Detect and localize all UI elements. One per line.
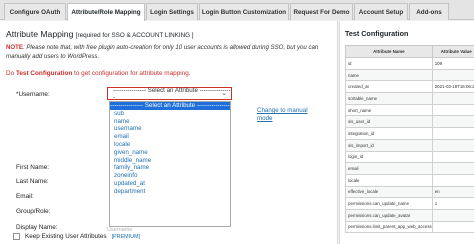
title-text: Attribute Mapping xyxy=(6,29,74,39)
table-row: locale xyxy=(345,173,474,187)
column-header: Attribute Name xyxy=(345,45,433,58)
attribute-dropdown-list[interactable]: ---------------- Select an Attribute ---… xyxy=(109,101,231,227)
attribute-value-cell xyxy=(431,162,474,175)
keep-existing-label: Keep Existing User Attributes xyxy=(25,233,107,240)
attribute-name-cell: sis_user_id xyxy=(345,115,433,129)
premium-badge: [PREMIUM] xyxy=(111,233,141,240)
chevron-down-icon: ⌄ xyxy=(221,90,227,97)
change-link-line-1: Change to manual xyxy=(257,107,308,114)
dropdown-option[interactable]: family_name xyxy=(110,164,230,172)
attribute-value-cell xyxy=(431,68,474,82)
last-name-label: Last Name: xyxy=(16,178,49,185)
table-row: permissions.can_update_avatar xyxy=(345,208,474,222)
attribute-name-cell: short_name xyxy=(345,103,433,117)
free-plan-note: NOTE: Please note that, with free plugin… xyxy=(6,44,332,61)
dropdown-option[interactable]: middle_name xyxy=(110,157,230,165)
dropdown-option[interactable]: username xyxy=(110,125,230,133)
table-row: name xyxy=(345,68,474,82)
table-row: sis_user_id xyxy=(345,115,474,129)
attribute-value-cell xyxy=(431,92,474,105)
attribute-value-cell: en xyxy=(431,185,474,199)
dropdown-option[interactable]: locale xyxy=(110,141,230,149)
table-row: permissions.limit_parent_app_web_access xyxy=(345,220,474,234)
dropdown-option[interactable]: sub xyxy=(110,110,230,118)
email-label: Email: xyxy=(16,193,34,200)
display-name-label: Display Name: xyxy=(16,224,58,231)
attribute-value-cell xyxy=(431,220,474,234)
attribute-name-cell: sis_import_id xyxy=(345,138,433,152)
attribute-value-cell xyxy=(431,138,474,152)
attribute-value-cell xyxy=(431,150,474,164)
table-row: sortable_name xyxy=(345,92,474,105)
table-row: integration_id xyxy=(345,127,474,140)
table-row: permissions.can_update_name 1 xyxy=(345,197,474,210)
tab-login-button-customization[interactable]: Login Button Customization xyxy=(199,3,289,20)
attribute-value-cell: 109 xyxy=(431,57,474,70)
test-configuration-link[interactable]: Test Configuration xyxy=(16,70,72,77)
attribute-value-cell xyxy=(431,208,474,222)
attribute-name-cell: login_id xyxy=(345,150,433,164)
tab-login-settings[interactable]: Login Settings xyxy=(146,3,198,20)
attribute-value-cell xyxy=(431,127,474,140)
select-value: ---------------- Select an Attribute ---… xyxy=(113,86,231,101)
attribute-value-cell: 2021-03-18T16:06:24Z xyxy=(431,80,474,94)
attribute-value-cell xyxy=(431,173,474,187)
attribute-name-cell: permissions.limit_parent_app_web_access xyxy=(345,220,433,234)
dropdown-option[interactable]: email xyxy=(110,133,230,141)
keep-existing-row: Keep Existing User Attributes [PREMIUM] xyxy=(13,233,140,240)
dropdown-option[interactable]: ---------------- Select an Attribute ---… xyxy=(110,102,230,110)
table-row: email xyxy=(345,162,474,175)
note-text: : Please note that, with free plugin aut… xyxy=(6,44,319,60)
username-attribute-select[interactable]: ---------------- Select an Attribute ---… xyxy=(107,86,232,101)
attribute-name-cell: id xyxy=(345,57,433,70)
dropdown-option[interactable]: given_name xyxy=(110,149,230,157)
change-link-line-2: mode xyxy=(257,115,273,122)
table-row: sis_import_id xyxy=(345,138,474,152)
attribute-table: Attribute Name Attribute Value id 109 name… xyxy=(345,45,474,234)
first-name-label: First Name: xyxy=(16,164,50,171)
test-configuration-hint: Do Test Configuration to get configurati… xyxy=(6,70,191,77)
dropdown-option[interactable]: zoneinfo xyxy=(110,172,230,180)
attribute-name-cell: locale xyxy=(345,173,433,187)
tab-configure-oauth[interactable]: Configure OAuth xyxy=(4,3,66,20)
attribute-value-cell xyxy=(431,115,474,129)
tab-attribute-role-mapping[interactable]: Attribute/Role Mapping xyxy=(67,3,145,21)
title-note: [required for SSO & ACCOUNT LINKING ] xyxy=(75,32,194,39)
attribute-name-cell: integration_id xyxy=(345,127,433,140)
attribute-value-cell xyxy=(431,103,474,117)
attribute-name-cell: sortable_name xyxy=(345,92,433,105)
tab-request-for-demo[interactable]: Request For Demo xyxy=(290,3,353,20)
column-header: Attribute Value xyxy=(431,45,474,58)
tab-add-ons[interactable]: Add-ons xyxy=(409,3,449,20)
username-label: *Username: xyxy=(16,91,50,98)
test-configuration-title: Test Configuration xyxy=(345,29,409,38)
attribute-mapping-panel: Attribute Mapping [required for SSO & AC… xyxy=(0,21,338,244)
test-suffix: to get configuration for attribute mappi… xyxy=(72,70,191,77)
attribute-value-cell: 1 xyxy=(431,197,474,210)
test-prefix: Do xyxy=(6,70,16,77)
test-configuration-panel: Test Configuration Attribute Name Attrib… xyxy=(339,21,474,244)
group-role-label: Group/Role: xyxy=(16,208,51,215)
keep-existing-checkbox[interactable] xyxy=(13,233,20,240)
page-title: Attribute Mapping [required for SSO & AC… xyxy=(6,29,194,39)
table-row: login_id xyxy=(345,150,474,164)
table-row: effective_locale en xyxy=(345,185,474,199)
tab-bar: Configure OAuth Attribute/Role Mapping L… xyxy=(0,0,474,21)
table-row: created_at2021-03-18T16:06:24Z xyxy=(345,80,474,94)
attribute-name-cell: email xyxy=(345,162,433,175)
tab-account-setup[interactable]: Account Setup xyxy=(354,3,408,20)
change-to-manual-mode-link[interactable]: Change to manual mode xyxy=(257,107,308,123)
table-row: short_name xyxy=(345,103,474,117)
attribute-name-cell: permissions.can_update_avatar xyxy=(345,208,433,222)
table-row: id 109 xyxy=(345,57,474,70)
attribute-name-cell: permissions.can_update_name xyxy=(345,197,433,210)
dropdown-option[interactable]: name xyxy=(110,118,230,126)
dropdown-option[interactable]: department xyxy=(110,188,230,196)
attribute-name-cell: created_at xyxy=(345,80,433,94)
note-label: NOTE xyxy=(6,44,23,51)
dropdown-option[interactable]: updated_at xyxy=(110,180,230,188)
attribute-name-cell: effective_locale xyxy=(345,185,433,199)
attribute-name-cell: name xyxy=(345,68,433,82)
